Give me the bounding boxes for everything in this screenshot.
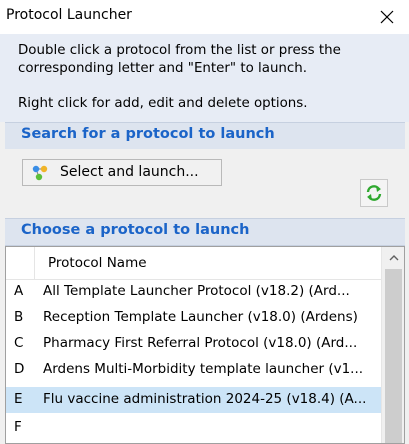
scroll-thumb[interactable]	[385, 269, 402, 443]
row-protocol-name: Ardens Multi-Morbidity template launcher…	[43, 361, 364, 377]
refresh-icon	[366, 185, 382, 201]
select-and-launch-button[interactable]: Select and launch...	[22, 159, 222, 186]
help-panel: Double click a protocol from the list or…	[0, 34, 409, 122]
row-protocol-name: All Template Launcher Protocol (v18.2) (…	[43, 283, 350, 299]
help-text-line-2: corresponding letter and "Enter" to laun…	[18, 61, 308, 76]
chevron-up-icon	[389, 255, 398, 261]
list-column-header[interactable]: Protocol Name	[6, 247, 381, 280]
protocol-launcher-window: Protocol Launcher Double click a protoco…	[0, 0, 409, 444]
protocol-row-f[interactable]: F	[6, 415, 381, 441]
protocol-row-d[interactable]: D Ardens Multi-Morbidity template launch…	[6, 357, 381, 383]
search-section-title: Search for a protocol to launch	[21, 126, 275, 142]
row-key: F	[14, 419, 22, 435]
row-key: A	[14, 283, 24, 299]
protocol-row-c[interactable]: C Pharmacy First Referral Protocol (v18.…	[6, 331, 381, 357]
row-protocol-name: Pharmacy First Referral Protocol (v18.0)…	[43, 335, 358, 351]
row-key: B	[14, 309, 24, 325]
protocol-list[interactable]: Protocol Name A All Template Launcher Pr…	[5, 246, 405, 444]
protocol-row-a[interactable]: A All Template Launcher Protocol (v18.2)…	[6, 279, 381, 305]
protocol-name-column-header: Protocol Name	[48, 255, 147, 271]
help-text-line-1: Double click a protocol from the list or…	[18, 43, 341, 58]
title-bar: Protocol Launcher	[0, 0, 409, 34]
row-key: D	[14, 361, 25, 377]
scroll-up-button[interactable]	[382, 247, 404, 269]
protocol-row-e[interactable]: E Flu vaccine administration 2024-25 (v1…	[6, 387, 381, 413]
search-section-header: Search for a protocol to launch	[5, 122, 405, 150]
select-and-launch-label: Select and launch...	[60, 164, 199, 180]
window-title: Protocol Launcher	[6, 7, 132, 23]
vertical-scrollbar[interactable]	[381, 247, 404, 443]
row-key: C	[14, 335, 24, 351]
close-icon	[380, 10, 394, 24]
row-key: E	[14, 391, 23, 407]
choose-section-header: Choose a protocol to launch	[5, 218, 405, 246]
close-button[interactable]	[365, 0, 409, 34]
help-text-line-3: Right click for add, edit and delete opt…	[18, 96, 308, 111]
refresh-button[interactable]	[360, 179, 388, 207]
row-protocol-name: Flu vaccine administration 2024-25 (v18.…	[43, 391, 367, 407]
choose-section-title: Choose a protocol to launch	[21, 222, 250, 238]
protocol-tree-icon	[32, 165, 48, 181]
row-protocol-name: Reception Template Launcher (v18.0) (Ard…	[43, 309, 358, 325]
column-separator	[34, 247, 35, 279]
protocol-row-b[interactable]: B Reception Template Launcher (v18.0) (A…	[6, 305, 381, 331]
